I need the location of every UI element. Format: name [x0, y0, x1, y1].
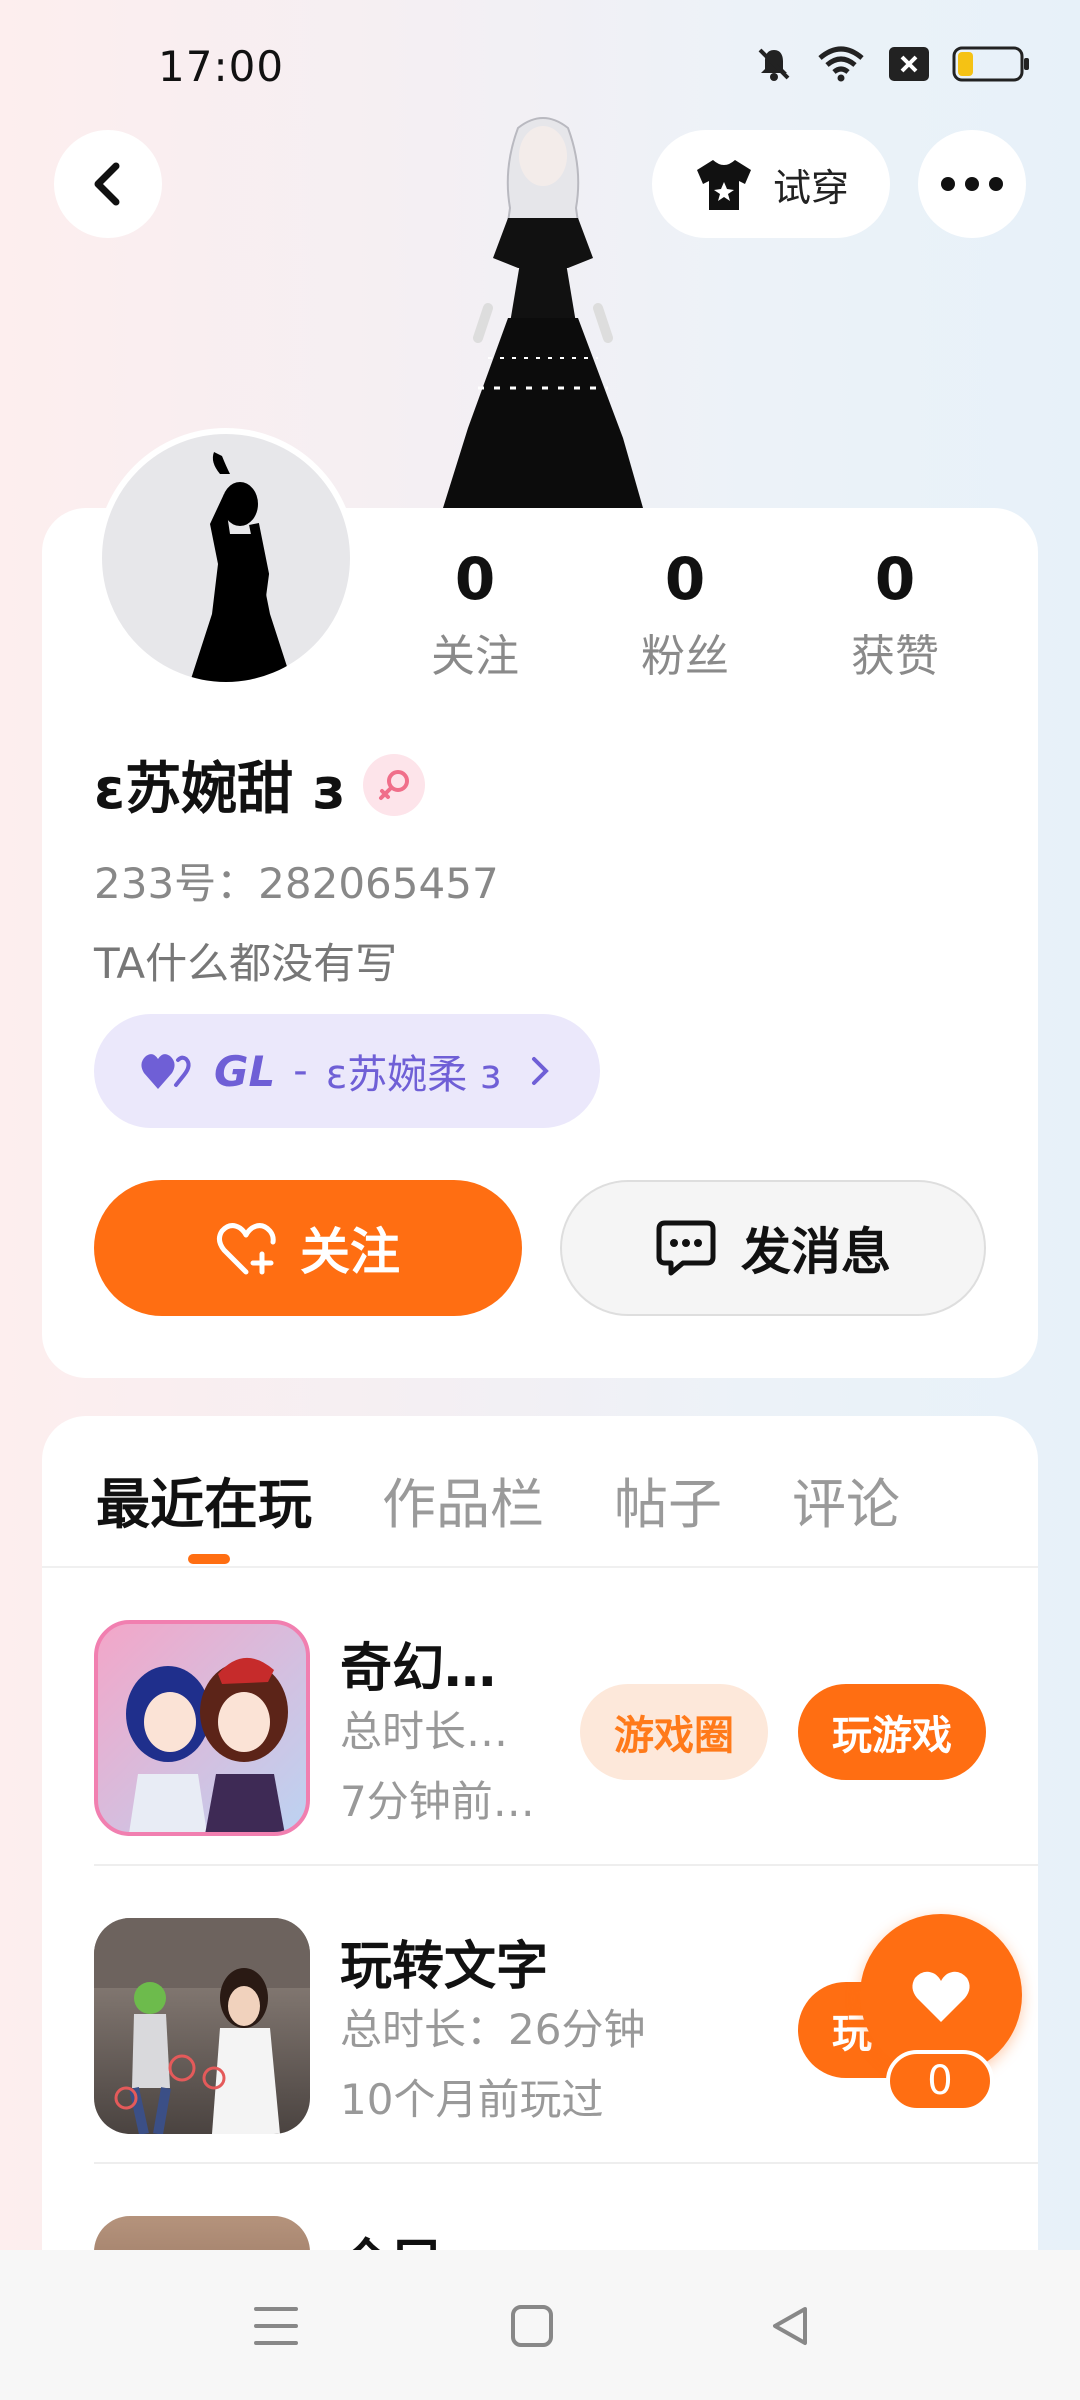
wifi-icon: [818, 46, 864, 82]
female-gender-badge: [363, 753, 426, 816]
game-art: [126, 1657, 288, 1832]
nav-home-button[interactable]: [500, 2294, 564, 2358]
stat-value: 0: [664, 545, 706, 613]
sim-blocked-icon: [889, 47, 929, 81]
avatar-figure: [443, 117, 643, 508]
game-last-played: 10个月前玩过: [340, 2075, 604, 2124]
try-on-button[interactable]: 试穿: [652, 130, 890, 238]
game-art: [94, 1918, 310, 2134]
female-icon: [379, 769, 410, 800]
game-title: 奇幻…: [340, 1639, 497, 1699]
relation-type: GL: [214, 1046, 276, 1096]
tab-works[interactable]: 作品栏: [382, 1460, 544, 1539]
chat-bubble-icon: [656, 1220, 716, 1276]
stat-value: 0: [874, 545, 916, 613]
chevron-left-icon: [94, 162, 120, 206]
nav-back-button[interactable]: [758, 2294, 822, 2358]
game-last-played: 7分钟前…: [340, 1777, 535, 1826]
status-icons: [754, 44, 1030, 84]
user-id: 233号：282065457: [94, 859, 499, 908]
game-circle-button[interactable]: 游戏圈: [580, 1684, 768, 1780]
heart-icon: [912, 1971, 970, 2022]
game-list-item[interactable]: 奇幻… 总时长… 7分钟前… 游戏圈 玩游戏: [94, 1568, 1038, 1866]
name-row: ε苏婉甜 з: [94, 744, 426, 825]
avatar[interactable]: [96, 428, 356, 688]
content-card: 最近在玩 作品栏 帖子 评论 奇幻… 总时长… 7分钟前… 游戏圈 玩游戏 玩转…: [42, 1416, 1038, 2256]
try-on-label: 试穿: [772, 165, 849, 210]
back-button[interactable]: [54, 130, 162, 238]
more-button[interactable]: [918, 130, 1026, 238]
game-list-item[interactable]: 全民: [94, 2164, 1038, 2256]
menu-icon: [254, 2307, 298, 2345]
tab-bar: 最近在玩 作品栏 帖子 评论: [96, 1460, 970, 1539]
stat-likes[interactable]: 0 获赞: [790, 546, 1000, 684]
stat-value: 0: [454, 545, 496, 613]
relation-partner: ε苏婉柔 з: [325, 1052, 502, 1098]
game-title: 玩转文字: [340, 1937, 549, 1997]
battery-icon: [952, 46, 1029, 82]
play-game-button[interactable]: 玩游戏: [798, 1684, 986, 1780]
message-button[interactable]: 发消息: [560, 1180, 986, 1316]
status-time: 17:00: [158, 42, 285, 91]
stat-label: 粉丝: [641, 631, 729, 682]
tab-indicator: [188, 1554, 230, 1564]
more-dots-icon: [941, 177, 1003, 191]
avatar-silhouette: [190, 452, 292, 682]
game-thumbnail: [94, 1620, 310, 1836]
relationship-chip[interactable]: GL - ε苏婉柔 з: [94, 1014, 600, 1128]
like-count: 0: [886, 2050, 994, 2112]
stat-followers[interactable]: 0 粉丝: [580, 546, 790, 684]
system-nav-bar: [0, 2250, 1080, 2400]
nav-menu-button[interactable]: [244, 2294, 308, 2358]
chevron-right-icon: [532, 1057, 550, 1085]
message-label: 发消息: [741, 1223, 891, 1281]
game-duration: 总时长：26分钟: [340, 2005, 646, 2054]
stats-row: 0 关注 0 粉丝 0 获赞: [370, 546, 1000, 684]
user-bio: TA什么都没有写: [94, 939, 398, 988]
follow-button[interactable]: 关注: [94, 1180, 522, 1316]
home-square-icon: [511, 2305, 553, 2347]
relation-separator: -: [293, 1048, 308, 1094]
tshirt-icon: [696, 160, 751, 210]
follow-label: 关注: [300, 1223, 400, 1281]
tab-posts[interactable]: 帖子: [614, 1460, 722, 1539]
stat-label: 关注: [431, 631, 519, 682]
double-heart-icon: [141, 1054, 191, 1089]
heart-add-icon: [216, 1223, 276, 1275]
tab-recently-played[interactable]: 最近在玩: [96, 1460, 312, 1539]
mute-icon: [758, 48, 790, 81]
game-duration: 总时长…: [340, 1707, 509, 1756]
game-thumbnail: [94, 1918, 310, 2134]
tab-comments[interactable]: 评论: [792, 1460, 900, 1539]
back-triangle-icon: [773, 2307, 807, 2345]
profile-name: ε苏婉甜 з: [94, 757, 346, 822]
stat-following[interactable]: 0 关注: [370, 546, 580, 684]
stat-label: 获赞: [851, 631, 939, 682]
